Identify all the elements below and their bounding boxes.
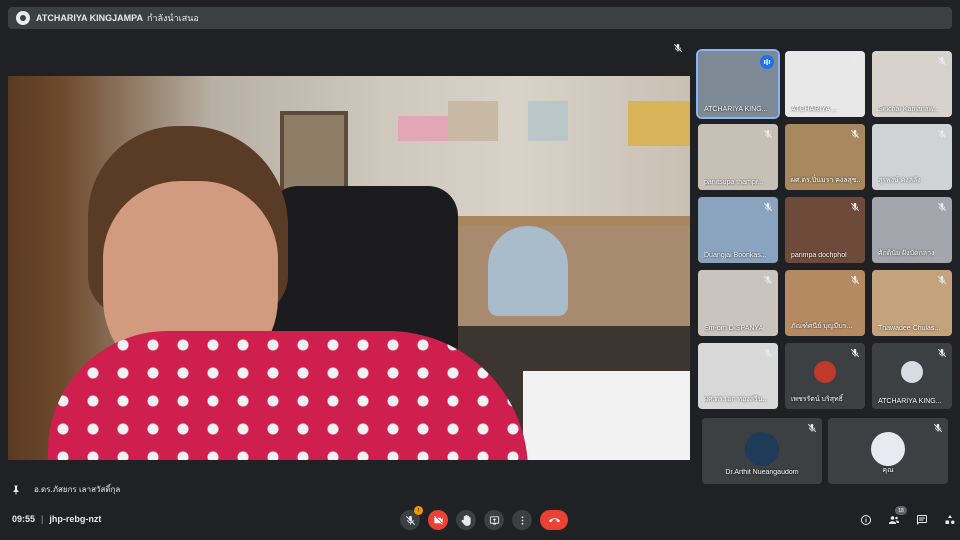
raise-hand-icon (461, 514, 471, 526)
participant-name: Em-orn DISPANYA (704, 325, 764, 332)
participant-name: Sirichai Kanjanaw... (878, 106, 940, 113)
participant-tile[interactable]: ATCHARIYA KING... (696, 49, 780, 119)
mic-off-icon (672, 42, 684, 54)
mic-off-icon (849, 347, 861, 359)
participant-tile[interactable]: Dr.Arthit Nueangaudom (702, 418, 822, 484)
mic-off-icon (762, 201, 774, 213)
participant-tile[interactable]: Thawadee Chulas... (872, 270, 952, 336)
participant-tile[interactable]: ภัณฑ์ศนีย์ บุญมีบร... (785, 270, 865, 336)
participant-name: panitsupa thampr... (704, 179, 764, 186)
mic-off-icon (936, 274, 948, 286)
participant-name: Thawadee Chulas... (878, 325, 941, 332)
speaking-indicator-icon (760, 55, 774, 69)
participant-name: ผศ.ดร.เอก ทองสรีน... (704, 396, 769, 403)
leave-call-button[interactable] (540, 510, 568, 530)
info-icon (861, 515, 871, 525)
participant-name: parimpa dochphol (791, 252, 847, 259)
call-controls: ! (400, 506, 568, 530)
present-button[interactable] (484, 510, 504, 530)
meeting-info: 09:55 | jhp-rebg-nzt (12, 514, 101, 524)
participant-name: ATCHARIYA ... (791, 106, 838, 113)
pin-icon[interactable] (12, 485, 20, 495)
people-icon (889, 516, 899, 524)
participant-tile[interactable]: ATCHARIYA ... (785, 51, 865, 117)
mic-off-icon (806, 422, 818, 434)
mic-off-icon (936, 347, 948, 359)
presenter-avatar-icon (16, 11, 30, 25)
chat-button[interactable] (914, 512, 930, 528)
participant-name: ATCHARIYA KING... (704, 106, 768, 113)
camera-off-icon (433, 515, 443, 525)
participant-tile[interactable]: เพชรรัตน์ บริสุทธิ์ (785, 343, 865, 409)
presenting-banner: ATCHARIYA KINGJAMPA กำลังนำเสนอ (8, 7, 952, 29)
main-speaker-name: อ.ดร.ภัสยกร เลาสวัสดิ์กุล (34, 485, 121, 494)
main-video[interactable] (8, 76, 690, 460)
clock: 09:55 (12, 514, 36, 524)
participant-name: ศักดินัย ฝังบัดกลาง (878, 250, 935, 257)
mic-off-icon (405, 515, 416, 526)
avatar (901, 361, 923, 383)
separator: | (41, 514, 44, 524)
people-count-badge: 18 (895, 506, 907, 515)
participant-name: คุณ (882, 467, 894, 474)
mic-off-icon (849, 201, 861, 213)
mic-off-icon (936, 201, 948, 213)
participant-name: สุรพงษ์ คงลลัง (878, 177, 921, 184)
presenter-name: ATCHARIYA KINGJAMPA (36, 13, 144, 23)
participant-name: เพชรรัตน์ บริสุทธิ์ (791, 396, 843, 403)
participant-tile[interactable]: ศักดินัย ฝังบัดกลาง (872, 197, 952, 263)
mic-off-icon (762, 347, 774, 359)
avatar (814, 361, 836, 383)
chat-icon (917, 515, 927, 525)
side-panel-controls: 18 (858, 506, 958, 528)
participant-name: Dr.Arthit Nueangaudom (725, 469, 799, 476)
mic-button[interactable]: ! (400, 506, 423, 530)
meeting-details-button[interactable] (858, 512, 874, 528)
more-options-button[interactable] (512, 510, 532, 530)
participant-tile[interactable]: panitsupa thampr... (698, 124, 778, 190)
mic-off-icon (849, 128, 861, 140)
avatar (871, 432, 905, 466)
mic-warning-badge: ! (414, 506, 423, 515)
participant-name: ATCHARIYA KING... (878, 398, 942, 405)
avatar (745, 432, 779, 466)
camera-button[interactable] (428, 510, 448, 530)
mic-off-icon (849, 55, 861, 67)
end-call-icon (548, 517, 560, 522)
meeting-code: jhp-rebg-nzt (49, 514, 102, 524)
more-options-icon (521, 515, 523, 525)
participant-name: ภัณฑ์ศนีย์ บุญมีบร... (791, 323, 853, 330)
mic-off-icon (762, 274, 774, 286)
presenting-status: กำลังนำเสนอ (147, 13, 199, 23)
present-screen-icon (489, 515, 499, 525)
participant-tile[interactable]: สุรพงษ์ คงลลัง (872, 124, 952, 190)
participant-tile[interactable]: Duangjai Boonkas... (698, 197, 778, 263)
participant-tile[interactable]: Sirichai Kanjanaw... (872, 51, 952, 117)
participant-tile[interactable]: parimpa dochphol (785, 197, 865, 263)
participant-tile[interactable]: คุณ (828, 418, 948, 484)
activities-button[interactable] (942, 512, 958, 528)
participant-name: ผศ.ดร.ปิ่นมรา คงลสุข... (791, 177, 861, 184)
participant-name: Duangjai Boonkas... (704, 252, 767, 259)
participant-tile[interactable]: ผศ.ดร.ปิ่นมรา คงลสุข... (785, 124, 865, 190)
people-button[interactable]: 18 (886, 506, 907, 528)
mic-off-icon (762, 128, 774, 140)
mic-off-icon (936, 128, 948, 140)
activities-icon (945, 515, 955, 524)
participant-tile[interactable]: Em-orn DISPANYA (698, 270, 778, 336)
participant-tile[interactable]: ผศ.ดร.เอก ทองสรีน... (698, 343, 778, 409)
main-speaker-label: อ.ดร.ภัสยกร เลาสวัสดิ์กุล (12, 483, 120, 496)
participant-tile[interactable]: ATCHARIYA KING... (872, 343, 952, 409)
mic-off-icon (849, 274, 861, 286)
mic-off-icon (932, 422, 944, 434)
raise-hand-button[interactable] (456, 510, 476, 530)
mic-off-icon (936, 55, 948, 67)
